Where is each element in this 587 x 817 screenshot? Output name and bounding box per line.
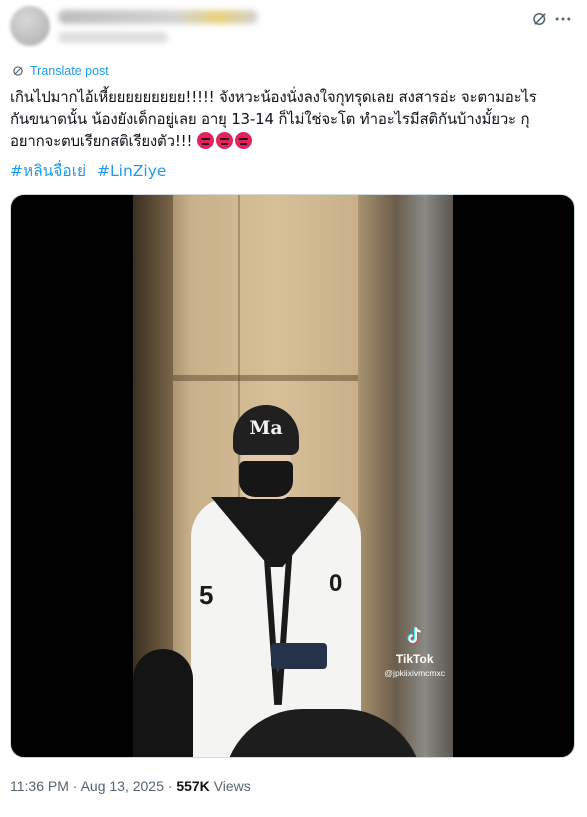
video-player[interactable]: 5 0 Ma TikTok @jpkiixivmcmxc (10, 194, 575, 758)
post-header (10, 6, 577, 46)
crowd-silhouette (133, 649, 193, 757)
meta-separator: · (72, 778, 78, 794)
hashtag-linziye[interactable]: #LinZiye (97, 162, 166, 180)
face-mask (239, 461, 293, 497)
shirt-number-right: 0 (329, 570, 343, 597)
person-figure: 5 0 Ma (191, 405, 361, 757)
angry-face-emoji (234, 132, 252, 149)
angry-face-emoji (196, 132, 214, 149)
post-body: เกินไปมากไอ้เหี้ยยยยยยยยย!!!!! จังหวะน้อ… (10, 86, 578, 152)
video-frame[interactable]: 5 0 Ma TikTok @jpkiixivmcmxc (133, 195, 453, 757)
post-time[interactable]: 11:36 PM (10, 778, 69, 794)
tiktok-brand: TikTok (395, 652, 434, 666)
shirt-number-left: 5 (199, 580, 214, 610)
emoji-row (192, 132, 254, 150)
views-label: Views (213, 778, 251, 794)
hashtags: #หลินจื่อเย่ #LinZiye (10, 158, 172, 183)
tiktok-username: @jpkiixivmcmxc (384, 668, 445, 678)
author-handle-blurred[interactable] (58, 32, 168, 43)
translate-post-link[interactable]: Translate post (11, 64, 109, 78)
views-count: 557K (176, 778, 210, 794)
hashtag-linziye-thai[interactable]: #หลินจื่อเย่ (10, 162, 86, 180)
meta-separator: · (167, 778, 173, 794)
author-name-blurred[interactable] (58, 10, 258, 24)
more-options-icon[interactable] (553, 9, 573, 29)
post-text: เกินไปมากไอ้เหี้ยยยยยยยยย!!!!! จังหวะน้อ… (10, 88, 537, 150)
elevator-rail (173, 375, 363, 381)
grok-icon[interactable] (531, 10, 549, 28)
beanie: Ma (233, 405, 299, 455)
angry-face-emoji (215, 132, 233, 149)
avatar[interactable] (10, 6, 50, 46)
tiktok-logo-icon (407, 627, 421, 644)
phone (271, 643, 327, 669)
post-meta: 11:36 PM · Aug 13, 2025 · 557K Views (10, 778, 251, 794)
translate-icon (13, 66, 23, 76)
translate-label: Translate post (30, 64, 109, 78)
post-date[interactable]: Aug 13, 2025 (81, 778, 164, 794)
tiktok-watermark: TikTok @jpkiixivmcmxc (384, 625, 445, 678)
